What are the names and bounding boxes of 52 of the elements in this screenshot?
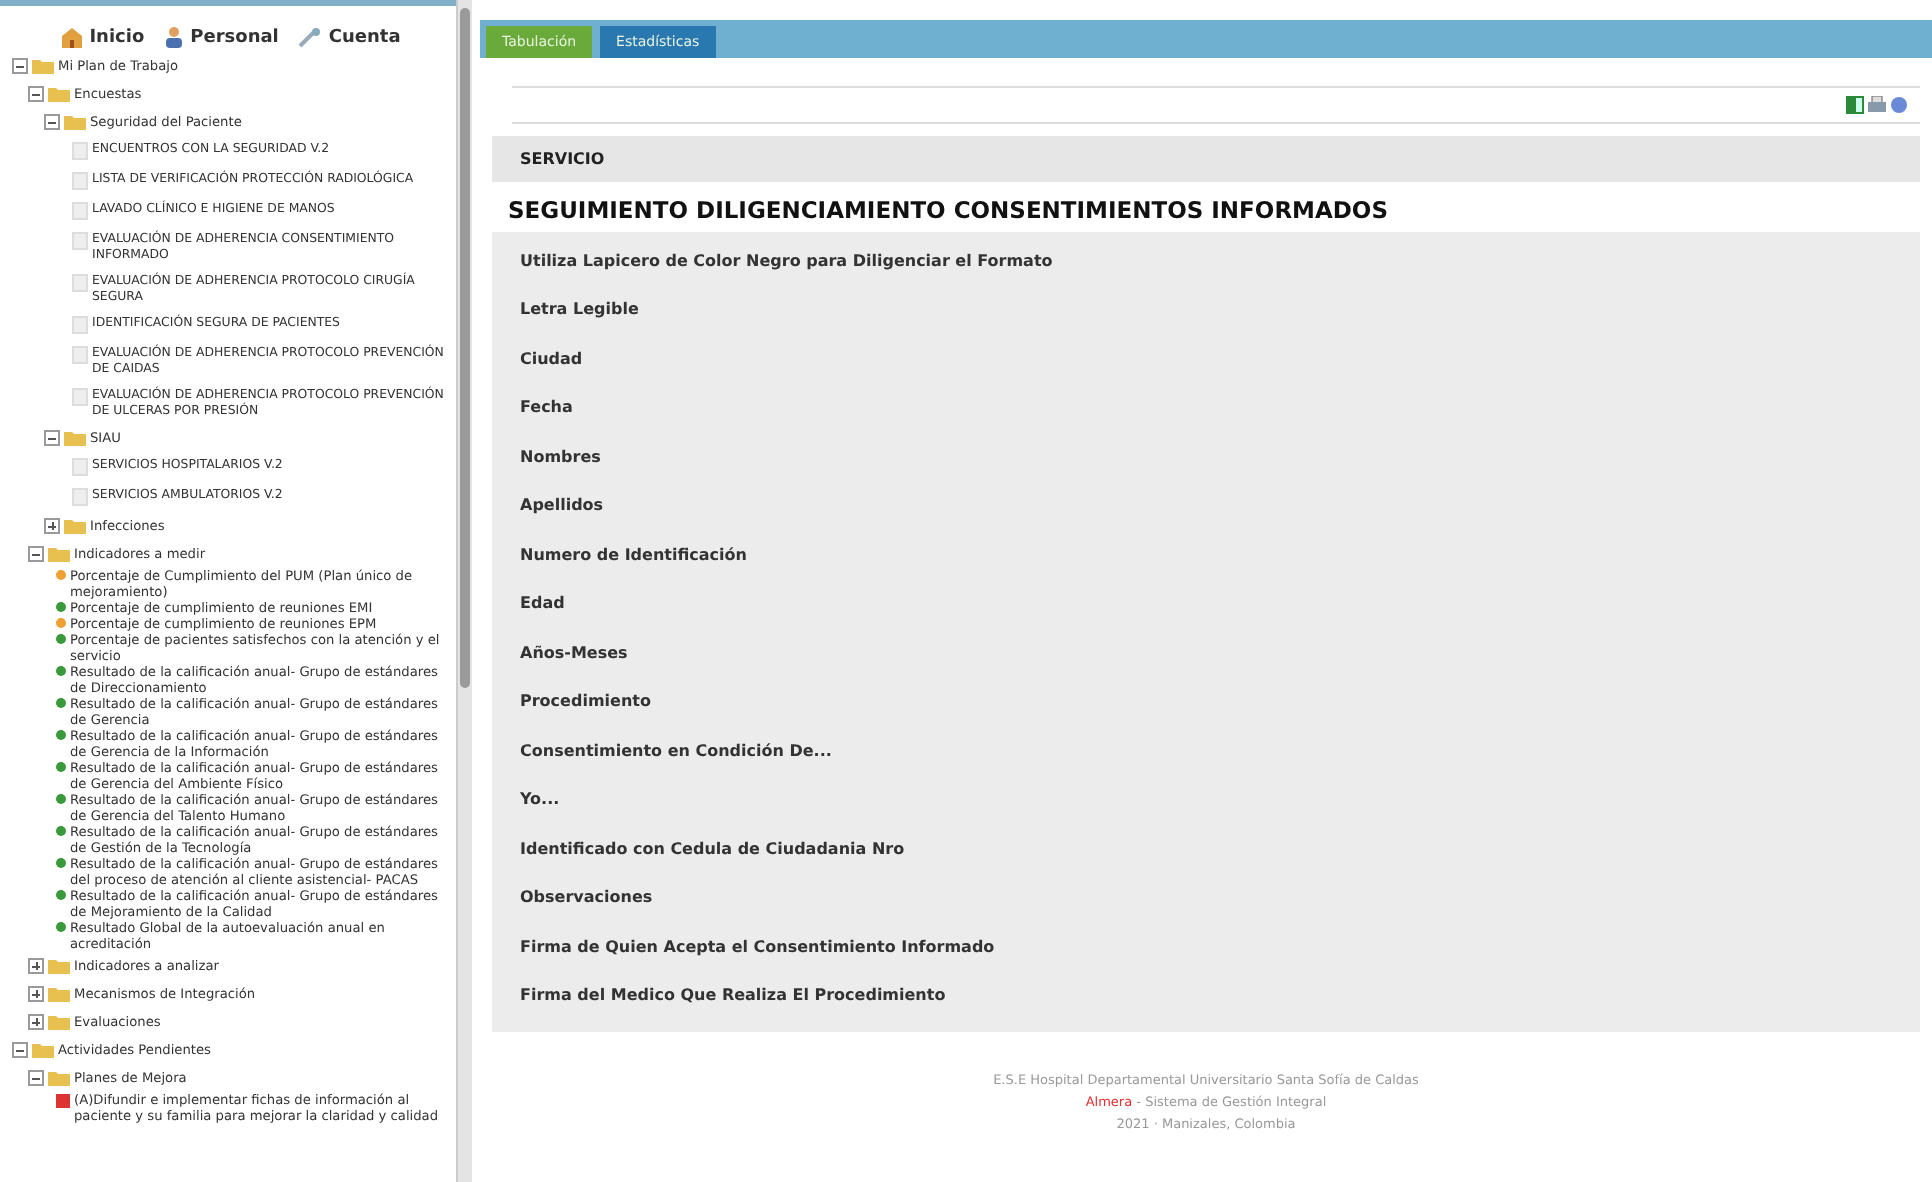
collapse-toggle[interactable] [44,114,60,130]
field-label: Edad [518,592,567,617]
collapse-toggle[interactable] [12,58,28,74]
document-icon [72,274,88,292]
field-label: Identificado con Cedula de Ciudadania Nro [518,837,907,862]
field-label: Yo... [518,788,562,813]
folder-icon [48,546,70,562]
task-icon [56,1094,70,1108]
folder-icon [64,430,86,446]
folder-icon [48,1014,70,1030]
section-heading: SERVICIO [492,136,1920,182]
field-label: Firma del Medico Que Realiza El Procedimiento [518,984,948,1009]
field-label: Letra Legible [518,298,641,323]
field-label: Firma de Quien Acepta el Consentimiento Informado [518,935,997,960]
nav-link[interactable]: Cuenta [298,26,401,48]
person-icon [164,26,185,48]
expand-toggle[interactable] [28,986,44,1002]
folder-icon [32,58,54,74]
folder-icon [48,986,70,1002]
field-label: Utiliza Lapicero de Color Negro para Diligenciar el Formato [518,249,1055,274]
folder-icon [64,114,86,130]
house-icon [59,26,84,48]
field-label: Observaciones [518,886,655,911]
collapse-toggle[interactable] [28,546,44,562]
folder-icon [64,518,86,534]
expand-toggle[interactable] [28,958,44,974]
key-icon [298,27,323,47]
expand-toggle[interactable] [44,518,60,534]
field-label: Apellidos [518,494,606,519]
nav-link[interactable]: Inicio [59,26,145,48]
field-label: Numero de Identificación [518,543,749,568]
collapse-toggle[interactable] [28,1070,44,1086]
field-label: Ciudad [518,347,585,372]
folder-icon [48,958,70,974]
printer-icon[interactable] [1868,96,1886,114]
collapse-toggle[interactable] [28,86,44,102]
document-icon [72,388,88,406]
scrollbar-thumb[interactable] [460,8,470,688]
expand-toggle[interactable] [28,1014,44,1030]
form-title: SEGUIMIENTO DILIGENCIAMIENTO CONSENTIMIENTOS INFORMADOS [506,194,1390,228]
field-label: Nombres [518,445,603,470]
collapse-toggle[interactable] [12,1042,28,1058]
spreadsheet-icon[interactable] [1846,96,1864,114]
folder-icon [32,1042,54,1058]
field-label: Años-Meses [518,641,630,666]
folder-icon [48,86,70,102]
folder-icon [48,1070,70,1086]
field-label: Fecha [518,396,575,421]
field-label: Consentimiento en Condición De... [518,739,834,764]
collapse-toggle[interactable] [44,430,60,446]
field-label: Procedimiento [518,690,653,715]
nav-link[interactable]: Personal [164,26,279,48]
